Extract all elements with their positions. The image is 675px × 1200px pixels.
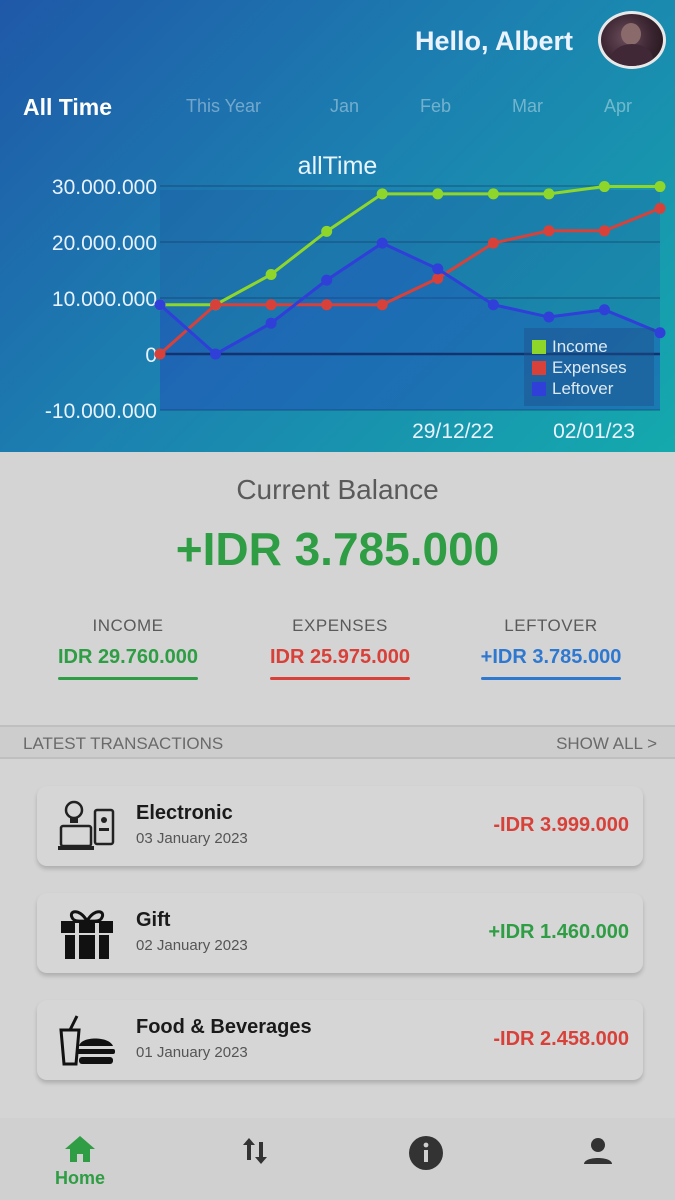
transaction-amount: -IDR 3.999.000: [493, 814, 629, 836]
summary-income: INCOME IDR 29.760.000: [33, 616, 223, 680]
expenses-underline: [270, 677, 410, 680]
summary-leftover: LEFTOVER +IDR 3.785.000: [456, 616, 646, 680]
legend-item-leftover: Leftover: [532, 378, 646, 399]
data-point-expenses: [265, 299, 277, 311]
y-tick-label: 10.000.000: [52, 288, 157, 311]
transaction-card[interactable]: Electronic 03 January 2023 -IDR 3.999.00…: [37, 786, 643, 866]
data-point-leftover: [432, 263, 444, 275]
data-point-income: [543, 188, 555, 200]
nav-profile[interactable]: [553, 1134, 643, 1168]
nav-transactions[interactable]: [210, 1134, 300, 1168]
transaction-name: Gift: [136, 909, 171, 931]
income-value: IDR 29.760.000: [57, 646, 199, 668]
bottom-nav: Home: [0, 1118, 675, 1200]
transaction-card[interactable]: Food & Beverages 01 January 2023 -IDR 2.…: [37, 1000, 643, 1080]
chart-legend: Income Expenses Leftover: [524, 328, 654, 406]
data-point-income: [654, 181, 666, 193]
tab-mar[interactable]: Mar: [512, 96, 543, 117]
legend-item-income: Income: [532, 336, 646, 357]
info-icon: [409, 1136, 443, 1170]
data-point-leftover: [543, 311, 555, 323]
nav-info[interactable]: [381, 1134, 471, 1172]
data-point-expenses: [376, 299, 388, 311]
y-tick-label: 20.000.000: [52, 232, 157, 255]
data-point-income: [487, 188, 499, 200]
greeting: Hello, Albert: [414, 26, 573, 56]
tab-this-year[interactable]: This Year: [186, 96, 261, 117]
data-point-leftover: [321, 274, 333, 286]
y-tick-label: -10.000.000: [45, 400, 157, 423]
show-all-link[interactable]: SHOW ALL >: [556, 734, 657, 754]
y-tick-label: 30.000.000: [52, 176, 157, 199]
data-point-expenses: [210, 299, 222, 311]
income-underline: [58, 677, 198, 680]
food-icon: [59, 1015, 115, 1066]
tab-apr[interactable]: Apr: [604, 96, 632, 117]
data-point-leftover: [654, 327, 666, 339]
expenses-value: IDR 25.975.000: [269, 646, 411, 668]
x-tick-label: 02/01/23: [553, 420, 635, 443]
transaction-amount: -IDR 2.458.000: [493, 1028, 629, 1050]
transaction-name: Food & Beverages: [136, 1016, 312, 1038]
data-point-leftover: [210, 348, 222, 360]
nav-home-label: Home: [54, 1168, 105, 1188]
data-point-expenses: [487, 237, 499, 249]
data-point-expenses: [321, 299, 333, 311]
income-label: INCOME: [92, 616, 164, 635]
legend-item-expenses: Expenses: [532, 357, 646, 378]
section-title: LATEST TRANSACTIONS: [23, 734, 224, 753]
avatar[interactable]: [598, 11, 666, 69]
data-point-expenses: [432, 272, 444, 284]
data-point-expenses: [543, 225, 555, 237]
summary-expenses: EXPENSES IDR 25.975.000: [245, 616, 435, 680]
swap-vertical-icon: [243, 1138, 267, 1164]
data-point-income: [376, 188, 388, 200]
balance-chart: 30.000.00020.000.00010.000.0000-10.000.0…: [45, 176, 666, 443]
leftover-underline: [481, 677, 621, 680]
leftover-label: LEFTOVER: [504, 616, 598, 635]
transaction-date: 03 January 2023: [136, 830, 248, 847]
data-point-leftover: [598, 304, 610, 316]
tab-jan[interactable]: Jan: [330, 96, 359, 117]
expenses-label: EXPENSES: [292, 616, 388, 635]
data-point-income: [598, 181, 610, 193]
gift-icon: [61, 910, 113, 959]
person-icon: [584, 1138, 612, 1164]
balance-value: +IDR 3.785.000: [175, 523, 500, 575]
home-icon: [65, 1136, 95, 1162]
header-panel: Hello, Albert All Time This Year Jan Feb…: [0, 0, 675, 452]
transaction-amount: +IDR 1.460.000: [488, 921, 629, 943]
leftover-value: +IDR 3.785.000: [480, 646, 622, 668]
data-point-income: [265, 268, 277, 280]
transaction-date: 02 January 2023: [136, 937, 248, 954]
x-tick-label: 29/12/22: [412, 420, 494, 443]
period-tabs: All Time This Year Jan Feb Mar Apr: [0, 94, 675, 132]
transaction-name: Electronic: [136, 802, 233, 824]
transaction-date: 01 January 2023: [136, 1044, 248, 1061]
data-point-income: [321, 225, 333, 237]
data-point-leftover: [487, 299, 499, 311]
transactions-header: LATEST TRANSACTIONS SHOW ALL >: [0, 725, 675, 759]
tab-feb[interactable]: Feb: [420, 96, 451, 117]
data-point-leftover: [376, 237, 388, 249]
data-point-income: [432, 188, 444, 200]
data-point-expenses: [598, 225, 610, 237]
data-point-leftover: [154, 299, 166, 311]
data-point-expenses: [154, 348, 166, 360]
transaction-card[interactable]: Gift 02 January 2023 +IDR 1.460.000: [37, 893, 643, 973]
electronic-icon: [58, 800, 115, 850]
nav-home[interactable]: Home: [35, 1134, 125, 1189]
balance-label: Current Balance: [236, 474, 439, 505]
data-point-expenses: [654, 202, 666, 214]
data-point-leftover: [265, 317, 277, 329]
tab-all-time[interactable]: All Time: [23, 94, 112, 121]
